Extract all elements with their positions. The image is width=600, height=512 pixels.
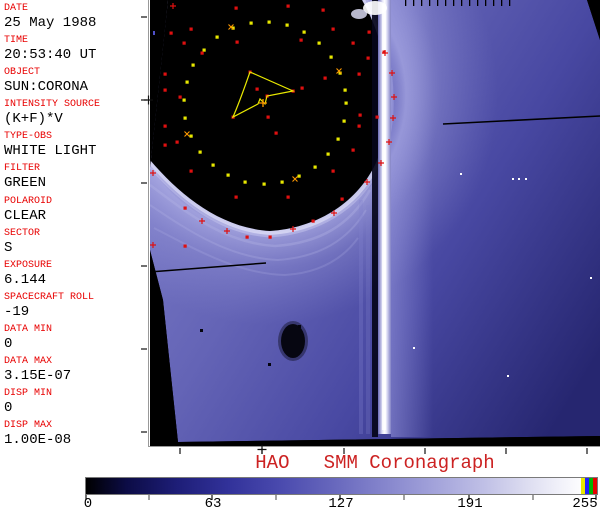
edge-dash (421, 0, 422, 6)
colorbar-tick-label: 191 (457, 496, 482, 512)
pylon-core (382, 4, 386, 430)
edge-dash (485, 0, 486, 6)
edge-dash (429, 0, 430, 6)
dust-blob (281, 324, 305, 358)
sidebar-field: POLAROIDCLEAR (0, 196, 148, 228)
field-label: SECTOR (4, 228, 148, 240)
field-label: EXPOSURE (4, 260, 148, 272)
sidebar-field: FILTERGREEN (0, 163, 148, 195)
field-value: 0 (4, 400, 148, 417)
edge-dash (493, 0, 494, 6)
field-label: OBJECT (4, 67, 148, 79)
field-value: S (4, 240, 148, 257)
white-speck (590, 277, 592, 279)
field-value: WHITE LIGHT (4, 143, 148, 160)
field-value: 25 May 1988 (4, 15, 148, 32)
edge-dash (437, 0, 438, 6)
sidebar-field: DISP MIN0 (0, 388, 148, 420)
pylon-gap (372, 0, 378, 437)
white-speck (518, 178, 520, 180)
colorbar-saturation-stripe (593, 478, 597, 494)
coronagraph-image-area (150, 0, 600, 446)
field-value: 1.00E-08 (4, 432, 148, 449)
edge-dash (405, 0, 406, 6)
sidebar-field: TYPE-OBSWHITE LIGHT (0, 131, 148, 163)
edge-dash (501, 0, 502, 6)
coronagraph-image (150, 0, 600, 446)
white-speck (512, 178, 514, 180)
dark-speck (298, 325, 301, 328)
striation (366, 205, 370, 434)
field-label: POLAROID (4, 196, 148, 208)
edge-dash (509, 0, 510, 6)
sidebar-field: DATA MIN0 (0, 324, 148, 356)
field-label: DATE (4, 3, 148, 15)
metadata-sidebar: DATE25 May 1988TIME20:53:40 UTOBJECTSUN:… (0, 0, 148, 446)
sidebar-field: INTENSITY SOURCE(K+F)*V (0, 99, 148, 131)
sidebar-field: SECTORS (0, 228, 148, 260)
dark-speck (268, 363, 271, 366)
sidebar-field: DISP MAX1.00E-08 (0, 420, 148, 452)
white-speck (413, 347, 415, 349)
field-label: DISP MIN (4, 388, 148, 400)
striation (359, 200, 363, 434)
field-value: -19 (4, 304, 148, 321)
edge-dash (453, 0, 454, 6)
field-label: DISP MAX (4, 420, 148, 432)
pylon-top-flare (351, 9, 367, 19)
edge-dash (477, 0, 478, 6)
sidebar-field: EXPOSURE6.144 (0, 260, 148, 292)
dark-speck (200, 329, 203, 332)
colorbar-tick-label: 63 (205, 496, 222, 512)
field-value: SUN:CORONA (4, 79, 148, 96)
sidebar-field: TIME20:53:40 UT (0, 35, 148, 67)
field-value: GREEN (4, 175, 148, 192)
white-speck (525, 178, 527, 180)
sidebar-field: DATE25 May 1988 (0, 3, 148, 35)
field-label: DATA MIN (4, 324, 148, 336)
white-speck (460, 173, 462, 175)
field-label: DATA MAX (4, 356, 148, 368)
sidebar-field: OBJECTSUN:CORONA (0, 67, 148, 99)
colorbar (85, 477, 598, 495)
edge-dash (469, 0, 470, 6)
white-speck (507, 375, 509, 377)
edge-dash (445, 0, 446, 6)
field-value: 0 (4, 336, 148, 353)
colorbar-tick-label: 0 (84, 496, 92, 512)
sidebar-field: SPACECRAFT ROLL-19 (0, 292, 148, 324)
field-value: 20:53:40 UT (4, 47, 148, 64)
field-value: CLEAR (4, 208, 148, 225)
edge-dash (461, 0, 462, 6)
field-value: 6.144 (4, 272, 148, 289)
field-label: TYPE-OBS (4, 131, 148, 143)
pylon-glow (391, 0, 433, 437)
edge-dash (413, 0, 414, 6)
field-value: (K+F)*V (4, 111, 148, 128)
field-label: SPACECRAFT ROLL (4, 292, 148, 304)
colorbar-tick-label: 127 (328, 496, 353, 512)
blue-speck (153, 31, 155, 35)
field-value: 3.15E-07 (4, 368, 148, 385)
field-label: INTENSITY SOURCE (4, 99, 148, 111)
field-label: TIME (4, 35, 148, 47)
sidebar-field: DATA MAX3.15E-07 (0, 356, 148, 388)
colorbar-tick-label: 255 (572, 496, 597, 512)
page-title: HAO SMM Coronagraph (150, 453, 600, 473)
field-label: FILTER (4, 163, 148, 175)
